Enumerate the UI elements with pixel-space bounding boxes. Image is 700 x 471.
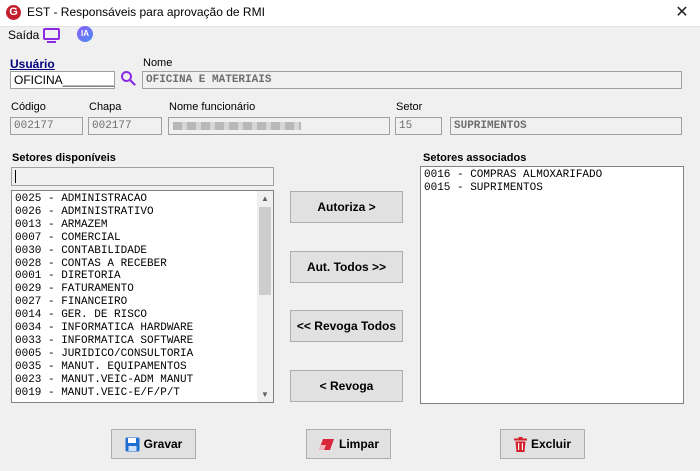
- excluir-button[interactable]: Excluir: [500, 429, 585, 459]
- setores-associados-list[interactable]: 0016 - COMPRAS ALMOXARIFADO 0015 - SUPRIM…: [420, 166, 684, 404]
- usuario-input[interactable]: OFICINA________: [10, 71, 115, 89]
- list-item[interactable]: 0035 - MANUT. EQUIPAMENTOS: [12, 361, 257, 374]
- gravar-label: Gravar: [143, 437, 183, 451]
- revoga-todos-label: << Revoga Todos: [296, 319, 397, 333]
- revoga-button[interactable]: < Revoga: [290, 370, 403, 402]
- nome-funcionario-field: [168, 117, 390, 135]
- list-item[interactable]: 0034 - INFORMATICA HARDWARE: [12, 322, 257, 335]
- save-icon: [125, 437, 140, 451]
- setores-filter-input[interactable]: [11, 167, 274, 186]
- limpar-label: Limpar: [338, 437, 379, 451]
- list-item[interactable]: 0001 - DIRETORIA: [12, 270, 257, 283]
- menu-saida[interactable]: Saída: [8, 28, 39, 42]
- eraser-icon: [318, 438, 334, 450]
- autoriza-button[interactable]: Autoriza >: [290, 191, 403, 223]
- monitor-stand: [47, 41, 56, 43]
- list-item[interactable]: 0013 - ARMAZEM: [12, 219, 257, 232]
- trash-icon: [513, 436, 527, 452]
- gravar-button[interactable]: Gravar: [111, 429, 196, 459]
- scroll-up-icon[interactable]: ▲: [257, 194, 273, 203]
- close-button[interactable]: ✕: [668, 2, 696, 24]
- setores-associados-label: Setores associados: [423, 152, 527, 164]
- aut-todos-button[interactable]: Aut. Todos >>: [290, 251, 403, 283]
- scroll-thumb[interactable]: [259, 207, 271, 295]
- list-item[interactable]: 0027 - FINANCEIRO: [12, 296, 257, 309]
- monitor-icon[interactable]: [43, 28, 60, 40]
- usuario-label: Usuário: [10, 57, 55, 71]
- scroll-down-icon[interactable]: ▼: [257, 390, 273, 399]
- chapa-label: Chapa: [89, 101, 122, 113]
- nome-funcionario-label: Nome funcionário: [169, 101, 256, 113]
- list-item[interactable]: 0028 - CONTAS A RECEBER: [12, 258, 257, 271]
- codigo-label: Código: [11, 101, 46, 113]
- nome-field: OFICINA E MATERIAIS: [142, 71, 682, 89]
- search-icon[interactable]: [120, 70, 136, 86]
- scrollbar[interactable]: ▲ ▼: [257, 191, 273, 402]
- window-title: EST - Responsáveis para aprovação de RMI: [27, 5, 265, 19]
- list-item[interactable]: 0007 - COMERCIAL: [12, 232, 257, 245]
- revoga-label: < Revoga: [319, 379, 374, 393]
- list-item[interactable]: 0016 - COMPRAS ALMOXARIFADO: [421, 169, 683, 182]
- list-item[interactable]: 0029 - FATURAMENTO: [12, 283, 257, 296]
- list-item[interactable]: 0033 - INFORMATICA SOFTWARE: [12, 335, 257, 348]
- list-item[interactable]: 0005 - JURIDICO/CONSULTORIA: [12, 348, 257, 361]
- revoga-todos-button[interactable]: << Revoga Todos: [290, 310, 403, 342]
- list-item[interactable]: 0026 - ADMINISTRATIVO: [12, 206, 257, 219]
- chapa-field: 002177: [88, 117, 162, 135]
- list-item[interactable]: 0014 - GER. DE RISCO: [12, 309, 257, 322]
- list-item[interactable]: 0015 - SUPRIMENTOS: [421, 182, 683, 195]
- aut-todos-label: Aut. Todos >>: [306, 260, 387, 274]
- list-item[interactable]: 0019 - MANUT.VEIC-E/F/P/T: [12, 387, 257, 400]
- autoriza-label: Autoriza >: [317, 200, 376, 214]
- nome-label: Nome: [143, 57, 173, 69]
- limpar-button[interactable]: Limpar: [306, 429, 391, 459]
- app-logo-icon: G: [6, 5, 21, 20]
- setores-disponiveis-list[interactable]: 0025 - ADMINISTRACAO 0026 - ADMINISTRATIV…: [11, 190, 274, 403]
- setor-code-field: 15: [395, 117, 442, 135]
- list-item[interactable]: 0025 - ADMINISTRACAO: [12, 193, 257, 206]
- ia-assistant-icon[interactable]: IA: [77, 26, 93, 42]
- setores-disponiveis-label: Setores disponíveis: [12, 152, 116, 164]
- blurred-name: [173, 122, 301, 130]
- codigo-field: 002177: [10, 117, 83, 135]
- setor-label: Setor: [396, 101, 423, 113]
- list-item[interactable]: 0023 - MANUT.VEIC-ADM MANUT: [12, 374, 257, 387]
- excluir-label: Excluir: [530, 437, 572, 451]
- list-item[interactable]: 0030 - CONTABILIDADE: [12, 245, 257, 258]
- setor-name-field: SUPRIMENTOS: [450, 117, 682, 135]
- text-caret: [15, 170, 16, 183]
